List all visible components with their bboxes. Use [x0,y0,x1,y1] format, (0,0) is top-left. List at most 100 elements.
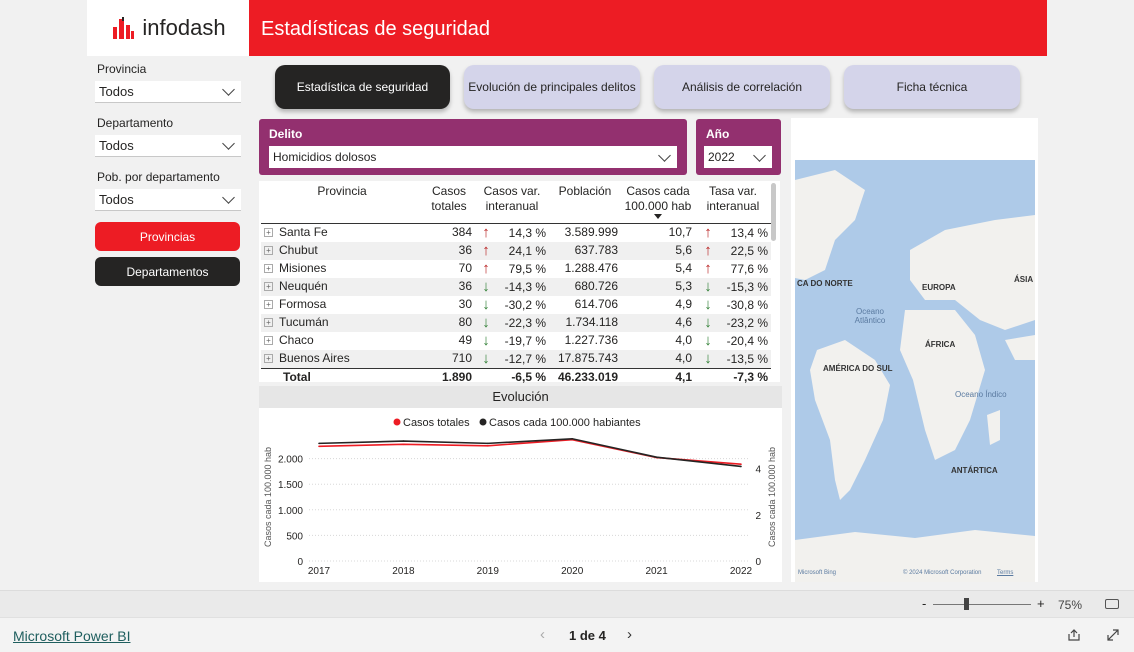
fullscreen-icon[interactable] [1106,628,1120,642]
delito-select[interactable]: Homicidios dolosos [269,146,677,168]
arrow-down-icon: ↓ [704,295,712,313]
casos-cell: 30 [458,297,472,311]
legend-label: Casos totales [403,417,470,429]
zoom-level: 75% [1058,598,1083,612]
data-point [487,445,489,447]
casos-cell: 49 [458,333,472,347]
poblacion-filter[interactable]: Todos [95,189,241,211]
casos-var-cell: ↑ 24,1 % [475,241,549,260]
total-casos-var: -6,5 % [475,367,549,387]
next-page-icon[interactable]: › [627,626,632,643]
casos-cell: 710 [423,349,475,368]
logo-icon [113,17,135,39]
powerbi-link[interactable]: Microsoft Power BI [13,628,130,644]
arrow-up-icon: ↑ [482,223,490,241]
map-label: ÁSIA [1014,275,1034,284]
expand-icon[interactable]: + [264,318,273,328]
data-point [318,445,320,448]
share-icon[interactable] [1067,628,1081,642]
data-point [487,442,489,445]
tasa-var-cell: ↓ -30,8 % [695,296,771,314]
provincias-button[interactable]: Provincias [95,222,240,251]
poblacion-filter-label: Pob. por departamento [97,170,220,184]
table-row[interactable]: + Buenos Aires 710 ↓ -12,7 % 17.875.743 4,0 ↓ -1… [261,349,771,368]
casos-var-cell: ↓ -30,2 % [475,296,549,314]
col-poblacion[interactable]: Población [549,183,621,224]
map-copyright: © 2024 Microsoft Corporation [903,570,982,576]
col-cada100k-label: Casos cada 100.000 hab [624,184,692,213]
expand-icon[interactable]: + [264,246,273,256]
col-casos-var[interactable]: Casos var. interanual [475,183,549,224]
y-left-tick-label: 1.500 [278,480,303,491]
cada100k-cell: 4,0 [675,333,692,347]
y-left-tick-label: 2.000 [278,455,303,466]
logo-text: infodash [142,15,226,40]
map-label: Oceano Índico [955,390,1007,399]
anio-select[interactable]: 2022 [704,146,772,168]
world-map[interactable]: CA DO NORTE EUROPA ÁSIA Oceano Atlântico… [795,160,1035,582]
casos-var-cell: ↓ -14,3 % [475,277,549,296]
arrow-down-icon: ↓ [704,349,712,367]
provincias-grid: Provincia Casos totales Casos var. inter… [261,183,771,387]
total-tasa-var: -7,3 % [695,367,771,387]
col-casos[interactable]: Casos totales [423,183,475,224]
col-cada100k[interactable]: Casos cada 100.000 hab [621,183,695,224]
sidebar: infodash Provincia Todos Departamento To… [87,0,249,590]
casos-var-cell: ↓ -12,7 % [475,349,549,368]
expand-icon[interactable]: + [264,354,273,364]
expand-icon[interactable]: + [264,264,273,274]
provincia-filter[interactable]: Todos [95,81,241,103]
table-row[interactable]: + Formosa 30 ↓ -30,2 % 614.706 4,9 ↓ -30,8 % [261,296,771,314]
provincias-table: Provincia Casos totales Casos var. inter… [259,181,780,387]
data-point [655,456,658,459]
table-row[interactable]: + Misiones 70 ↑ 79,5 % 1.288.476 5,4 ↑ 77,6 % [261,260,771,278]
zoom-slider-track[interactable] [933,604,1031,605]
table-row[interactable]: + Chaco 49 ↓ -19,7 % 1.227.736 4,0 ↓ -20,4 % [261,332,771,350]
casos-cell: 80 [423,313,475,332]
table-row[interactable]: + Neuquén 36 ↓ -14,3 % 680.726 5,3 ↓ -15,3 % [261,277,771,296]
map-terms-link[interactable]: Terms [997,570,1013,576]
arrow-down-icon: ↓ [482,349,490,367]
col-tasa-var[interactable]: Tasa var. interanual [695,183,771,224]
col-provincia[interactable]: Provincia [261,183,423,224]
casos-cell: 36 [423,241,475,260]
expand-icon[interactable]: + [264,282,273,292]
arrow-down-icon: ↓ [482,277,490,295]
arrow-down-icon: ↓ [704,331,712,349]
arrow-down-icon: ↓ [704,277,712,295]
tab-estadistica[interactable]: Estadística de seguridad [275,65,450,109]
table-row[interactable]: + Santa Fe 384 ↑ 14,3 % 3.589.999 10,7 ↑ 13,4 % [261,223,771,242]
delito-value: Homicidios dolosos [273,150,377,164]
tab-ficha-tecnica[interactable]: Ficha técnica [844,65,1020,109]
map-label: AMÉRICA DO SUL [823,364,893,373]
y-left-axis-title: Casos cada 100.000 hab [263,447,273,547]
fit-page-icon[interactable] [1105,599,1119,609]
arrow-up-icon: ↑ [704,241,712,259]
poblacion-cell: 1.288.476 [564,261,618,275]
tab-evolucion[interactable]: Evolución de principales delitos [464,65,640,109]
logo: infodash [87,0,249,56]
series-line [318,438,742,466]
x-tick-label: 2017 [308,566,331,577]
expand-icon[interactable]: + [264,228,273,238]
departamento-filter[interactable]: Todos [95,135,241,157]
zoom-in-button[interactable]: + [1037,596,1045,611]
cada100k-cell: 4,9 [675,297,692,311]
chart-svg: 0 500 1.000 1.500 2.000 0 2 4 2017 2018 2019 2020 20… [263,417,777,577]
expand-icon[interactable]: + [264,336,273,346]
departamentos-button[interactable]: Departamentos [95,257,240,286]
table-row[interactable]: + Tucumán 80 ↓ -22,3 % 1.734.118 4,6 ↓ -23,2 % [261,313,771,332]
zoom-slider-thumb[interactable] [964,598,969,610]
expand-icon[interactable]: + [264,300,273,310]
provincia-filter-value: Todos [99,84,134,99]
prev-page-icon[interactable]: ‹ [540,626,545,643]
map-panel: CA DO NORTE EUROPA ÁSIA Oceano Atlântico… [791,118,1038,582]
tasa-var-cell: ↓ -23,2 % [695,313,771,332]
zoom-out-button[interactable]: - [922,596,926,611]
arrow-up-icon: ↑ [704,259,712,277]
map-attribution: Microsoft Bing [798,570,837,576]
tab-correlacion[interactable]: Análisis de correlación [654,65,830,109]
table-scrollbar[interactable] [771,183,776,241]
table-row[interactable]: + Chubut 36 ↑ 24,1 % 637.783 5,6 ↑ 22,5 % [261,241,771,260]
data-point [402,443,405,446]
